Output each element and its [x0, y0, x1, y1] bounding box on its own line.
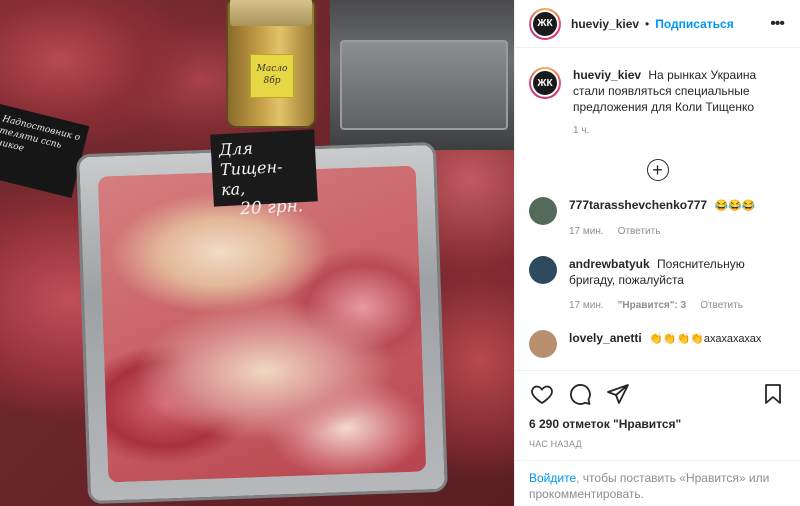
profile-avatar[interactable]: ЖК [529, 7, 561, 40]
load-more-wrap: + [529, 159, 786, 181]
avatar-logo: ЖК [531, 9, 559, 38]
instagram-post: Масло 8бр Надпостовник о теляти сспь ник… [0, 0, 800, 506]
comment-time[interactable]: 17 мин. [569, 224, 604, 240]
comment-username[interactable]: lovely_anetti [569, 331, 642, 345]
comment-avatar[interactable] [529, 256, 557, 284]
header-username[interactable]: hueviy_kiev [571, 17, 639, 31]
load-more-comments-button[interactable]: + [646, 159, 669, 181]
caption-body: hueviy_kiev На рынках Украина стали появ… [573, 67, 786, 139]
reply-button[interactable]: Ответить [700, 298, 743, 314]
comment-item: lovely_anetti 👏👏👏👏ахахахахах [529, 330, 786, 358]
comment-icon[interactable] [567, 381, 593, 407]
plus-icon: + [652, 160, 663, 180]
login-prompt: Войдите, чтобы поставить «Нравится» или … [515, 460, 800, 506]
post-photo[interactable]: Масло 8бр Надпостовник о теляти сспь ник… [0, 0, 514, 506]
comment-username[interactable]: andrewbatyuk [569, 257, 650, 271]
comment-item: andrewbatyuk Пояснительную бригаду, пожа… [529, 256, 786, 314]
comment-time[interactable]: 17 мин. [569, 298, 604, 314]
comment-text: 😂😂😂 [714, 200, 756, 212]
comment-meta: 17 мин. "Нравится": 3 Ответить [569, 298, 786, 314]
comment-meta: 17 мин. Ответить [569, 224, 756, 240]
steel-counter [330, 0, 514, 150]
price-sign-line1: Для Тищен- [218, 138, 283, 180]
more-options-icon[interactable]: ••• [770, 15, 785, 33]
likes-count[interactable]: 6 290 отметок "Нравится" [529, 417, 786, 431]
price-sign: Для Тищен- ка, 20 грн. [210, 129, 318, 219]
login-link[interactable]: Войдите [529, 471, 576, 485]
action-icons [529, 379, 786, 409]
comment-body: lovely_anetti 👏👏👏👏ахахахахах [569, 330, 761, 358]
jar-lid [230, 0, 312, 26]
post-sidebar: ЖК hueviy_kiev • Подписаться ••• ЖК huev… [514, 0, 800, 506]
caption-avatar[interactable]: ЖК [529, 67, 561, 99]
caption-username[interactable]: hueviy_kiev [573, 68, 641, 82]
caption-time[interactable]: 1 ч. [573, 123, 786, 139]
comment-item: 777tarasshevchenko777 😂😂😂 17 мин. Ответи… [529, 197, 786, 240]
back-tray [340, 40, 508, 130]
comment-likes[interactable]: "Нравится": 3 [618, 298, 687, 314]
comment-body: 777tarasshevchenko777 😂😂😂 17 мин. Ответи… [569, 197, 756, 240]
comment-avatar[interactable] [529, 197, 557, 225]
comment-avatar[interactable] [529, 330, 557, 358]
bookmark-icon[interactable] [760, 381, 786, 407]
post-actions: 6 290 отметок "Нравится" ЧАС НАЗАД [515, 370, 800, 449]
comments-list[interactable]: ЖК hueviy_kiev На рынках Украина стали п… [515, 49, 800, 369]
jar-label: Масло 8бр [250, 54, 294, 98]
comment-body: andrewbatyuk Пояснительную бригаду, пожа… [569, 256, 786, 314]
comment-username[interactable]: 777tarasshevchenko777 [569, 198, 707, 212]
follow-button[interactable]: Подписаться [655, 17, 733, 31]
reply-button[interactable]: Ответить [618, 224, 661, 240]
share-icon[interactable] [605, 381, 631, 407]
post-caption: ЖК hueviy_kiev На рынках Украина стали п… [529, 67, 786, 139]
heart-icon[interactable] [529, 381, 555, 407]
oil-jar: Масло 8бр [226, 0, 316, 128]
avatar-logo: ЖК [531, 69, 559, 97]
post-timestamp[interactable]: ЧАС НАЗАД [529, 439, 786, 449]
comment-text: 👏👏👏👏ахахахахах [649, 333, 762, 345]
post-header: ЖК hueviy_kiev • Подписаться ••• [515, 0, 800, 48]
header-separator: • [645, 16, 650, 31]
